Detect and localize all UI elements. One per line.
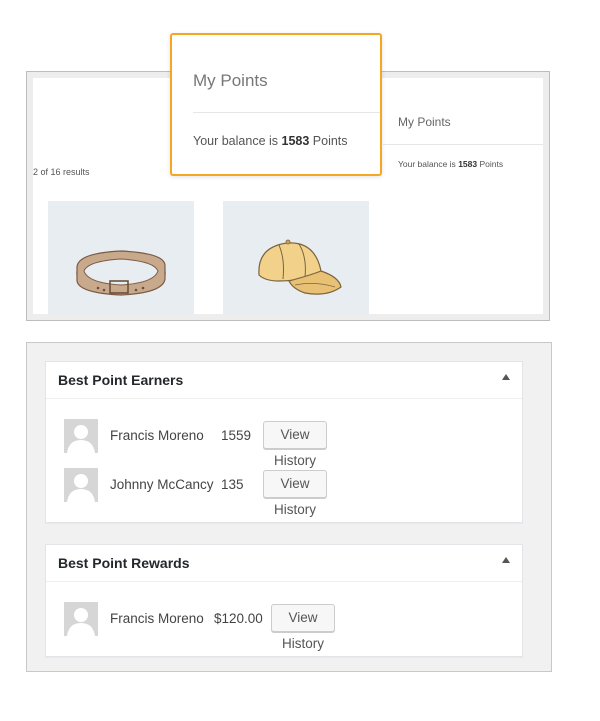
earner-points: 1559 (221, 428, 252, 443)
my-points-widget-highlight: My Points Your balance is 1583 Points (170, 33, 382, 176)
product-cap[interactable] (223, 201, 369, 314)
reward-name: Francis Moreno (110, 611, 204, 626)
widget-title: Best Point Earners (58, 372, 184, 388)
my-points-divider (193, 112, 380, 113)
earner-points: 135 (221, 477, 244, 492)
view-history-button[interactable]: View History (263, 470, 327, 517)
reward-amount: $120.00 (214, 611, 263, 626)
avatar (64, 468, 98, 502)
avatar (64, 419, 98, 453)
earner-name: Francis Moreno (110, 428, 204, 443)
sidebar-points-balance: Your balance is 1583 Points (398, 159, 504, 169)
sidebar-divider (383, 144, 543, 145)
user-silhouette-icon (67, 474, 95, 502)
results-count: 2 of 16 results (33, 167, 90, 177)
product-belt[interactable] (48, 201, 194, 314)
avatar (64, 602, 98, 636)
widget-header[interactable]: Best Point Earners (46, 362, 522, 399)
sidebar-points-title: My Points (398, 115, 451, 129)
belt-icon (76, 250, 166, 296)
admin-dashboard: Best Point Earners Francis Moreno 1559 V… (26, 342, 552, 672)
widget-header[interactable]: Best Point Rewards (46, 545, 522, 582)
widget-title: Best Point Rewards (58, 555, 190, 571)
earner-name: Johnny McCancy (110, 477, 214, 492)
view-history-button[interactable]: View History (263, 421, 327, 468)
best-point-earners-widget: Best Point Earners Francis Moreno 1559 V… (45, 361, 523, 523)
user-silhouette-icon (67, 608, 95, 636)
best-point-rewards-widget: Best Point Rewards Francis Moreno $120.0… (45, 544, 523, 657)
my-points-balance: Your balance is 1583 Points (193, 134, 348, 148)
collapse-arrow-icon[interactable] (502, 557, 510, 563)
cap-icon (258, 239, 342, 295)
view-history-button[interactable]: View History (271, 604, 335, 651)
my-points-title: My Points (193, 71, 268, 90)
user-silhouette-icon (67, 425, 95, 453)
collapse-arrow-icon[interactable] (502, 374, 510, 380)
